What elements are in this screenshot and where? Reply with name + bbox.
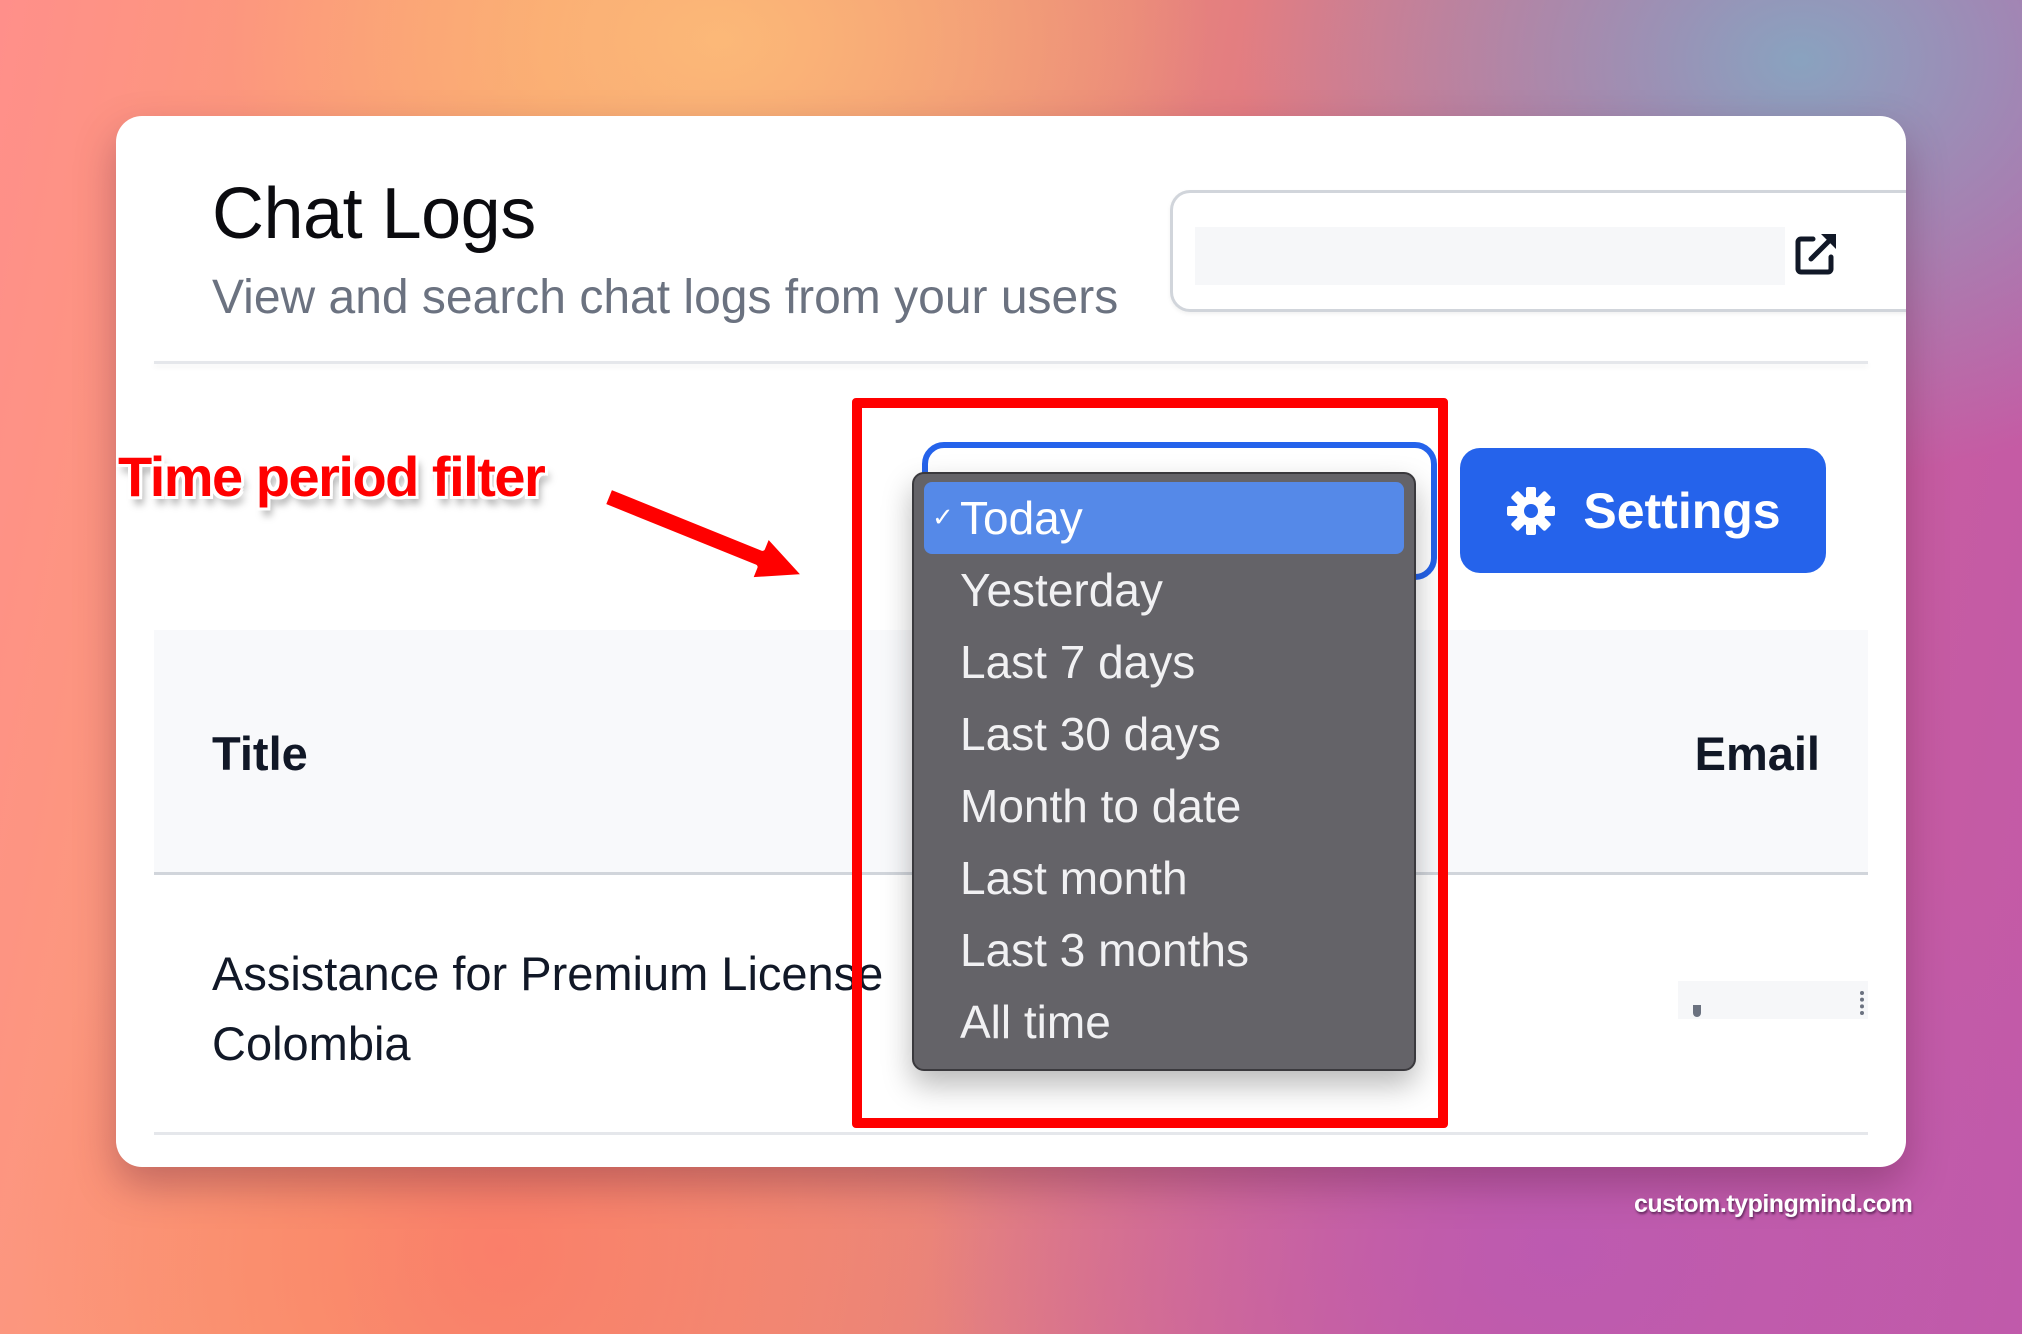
checkmark-icon: ✓ xyxy=(932,502,954,532)
annotation-label: Time period filter xyxy=(118,445,546,508)
redacted-glyph xyxy=(1693,1005,1701,1017)
column-header-email[interactable]: Email xyxy=(1695,726,1820,781)
option-label: Last month xyxy=(960,852,1188,904)
option-label: Month to date xyxy=(960,780,1242,832)
share-link-box xyxy=(1170,190,1906,312)
gear-icon xyxy=(1507,486,1556,535)
page-subtitle: View and search chat logs from your user… xyxy=(212,271,1119,324)
watermark: custom.typingmind.com xyxy=(1634,1190,1913,1218)
option-all-time[interactable]: All time xyxy=(924,986,1404,1058)
page-title: Chat Logs xyxy=(212,174,536,254)
option-label: All time xyxy=(960,996,1111,1048)
option-label: Today xyxy=(960,492,1083,544)
option-last-7-days[interactable]: Last 7 days xyxy=(924,626,1404,698)
option-yesterday[interactable]: Yesterday xyxy=(924,554,1404,626)
row-title[interactable]: Assistance for Premium License Colombia xyxy=(212,939,972,1079)
arrow-icon xyxy=(600,484,808,583)
option-last-30-days[interactable]: Last 30 days xyxy=(924,698,1404,770)
option-last-3-months[interactable]: Last 3 months xyxy=(924,914,1404,986)
option-label: Last 7 days xyxy=(960,636,1196,688)
option-label: Last 30 days xyxy=(960,708,1221,760)
option-today[interactable]: ✓ Today xyxy=(924,482,1404,554)
time-period-dropdown[interactable]: ✓ Today Yesterday Last 7 days Last 30 da… xyxy=(912,472,1416,1071)
chat-logs-card: Chat Logs View and search chat logs from… xyxy=(116,116,1906,1167)
header-divider xyxy=(154,361,1868,364)
redacted-glyph xyxy=(1860,991,1868,1015)
settings-label: Settings xyxy=(1583,482,1781,539)
external-link-icon[interactable] xyxy=(1793,229,1841,277)
row-email-redacted xyxy=(1678,981,1868,1019)
option-label: Yesterday xyxy=(960,564,1163,616)
settings-button[interactable]: Settings xyxy=(1460,448,1826,573)
option-last-month[interactable]: Last month xyxy=(924,842,1404,914)
share-link-field[interactable] xyxy=(1195,227,1785,285)
option-month-to-date[interactable]: Month to date xyxy=(924,770,1404,842)
column-header-title[interactable]: Title xyxy=(212,726,308,781)
option-label: Last 3 months xyxy=(960,924,1249,976)
